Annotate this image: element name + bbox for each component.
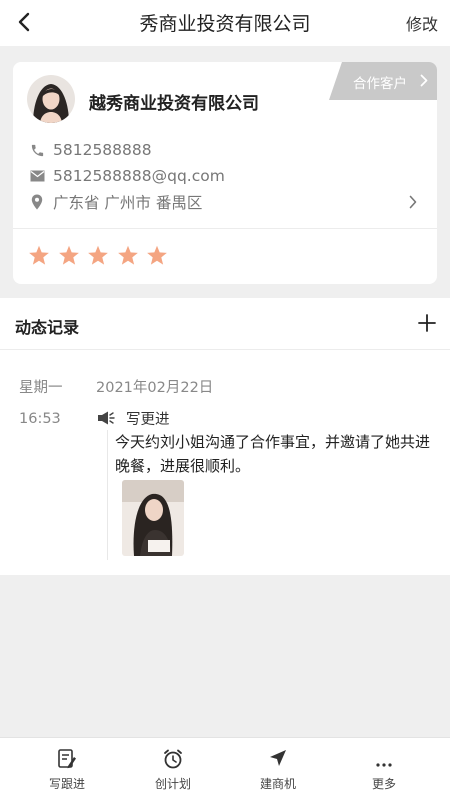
star-icon[interactable] xyxy=(87,245,109,270)
customer-type-tag[interactable]: 合作客户 xyxy=(329,62,437,100)
email-row[interactable]: 5812588888@qq.com xyxy=(29,165,225,187)
phone-icon xyxy=(29,142,45,158)
nav-create-plan[interactable]: 创计划 xyxy=(133,738,213,800)
entry-type-label: 写更进 xyxy=(126,412,170,428)
avatar xyxy=(27,75,75,123)
divider xyxy=(0,349,450,350)
entry-content: 今天约刘小姐沟通了合作事宜，并邀请了她共进晚餐，进展很顺利。 xyxy=(115,433,431,475)
section-title: 动态记录 xyxy=(15,318,80,337)
activity-section: 动态记录 星期一 2021年02月22日 16:53 写更进 今天约刘小姐沟通了… xyxy=(0,298,450,575)
chevron-right-icon xyxy=(420,74,428,91)
nav-label: 写跟进 xyxy=(48,777,85,791)
timeline-line xyxy=(107,430,108,560)
nav-label: 创计划 xyxy=(154,777,191,791)
attachment-photo[interactable] xyxy=(122,480,184,556)
top-bar: 秀商业投资有限公司 修改 xyxy=(0,0,450,46)
mail-icon xyxy=(29,168,45,184)
star-icon[interactable] xyxy=(58,245,80,270)
entry-weekday: 星期一 xyxy=(19,380,63,396)
edit-button[interactable]: 修改 xyxy=(406,11,438,35)
bottom-nav: 写跟进 创计划 建商机 更多 xyxy=(0,737,450,800)
rating-stars[interactable] xyxy=(28,245,176,270)
phone-number: 5812588888 xyxy=(53,141,152,159)
email-address: 5812588888@qq.com xyxy=(53,167,225,185)
entry-date: 2021年02月22日 xyxy=(96,380,214,396)
nav-label: 更多 xyxy=(371,777,396,791)
address-row[interactable]: 广东省 广州市 番禺区 xyxy=(29,191,202,213)
star-icon[interactable] xyxy=(146,245,168,270)
chevron-right-icon[interactable] xyxy=(409,194,417,213)
nav-label: 建商机 xyxy=(259,777,296,791)
star-icon[interactable] xyxy=(117,245,139,270)
megaphone-icon xyxy=(97,410,115,425)
plus-icon[interactable] xyxy=(416,312,438,334)
more-dots-icon xyxy=(344,748,424,770)
entry-time: 16:53 xyxy=(19,411,61,427)
customer-card: 越秀商业投资有限公司 合作客户 5812588888 5812588888@qq… xyxy=(13,62,437,284)
nav-write-follow[interactable]: 写跟进 xyxy=(27,738,107,800)
address-text: 广东省 广州市 番禺区 xyxy=(53,194,203,212)
page-title: 秀商业投资有限公司 xyxy=(139,13,311,35)
nav-create-opportunity[interactable]: 建商机 xyxy=(238,738,318,800)
alarm-clock-icon xyxy=(133,748,213,770)
location-pin-icon xyxy=(29,194,45,210)
phone-row[interactable]: 5812588888 xyxy=(29,139,152,161)
customer-type-label: 合作客户 xyxy=(353,76,407,92)
company-name: 越秀商业投资有限公司 xyxy=(89,94,259,114)
paper-plane-icon xyxy=(238,748,318,770)
star-icon[interactable] xyxy=(28,245,50,270)
nav-more[interactable]: 更多 xyxy=(344,738,424,800)
write-follow-icon xyxy=(27,748,107,770)
divider xyxy=(13,228,437,229)
